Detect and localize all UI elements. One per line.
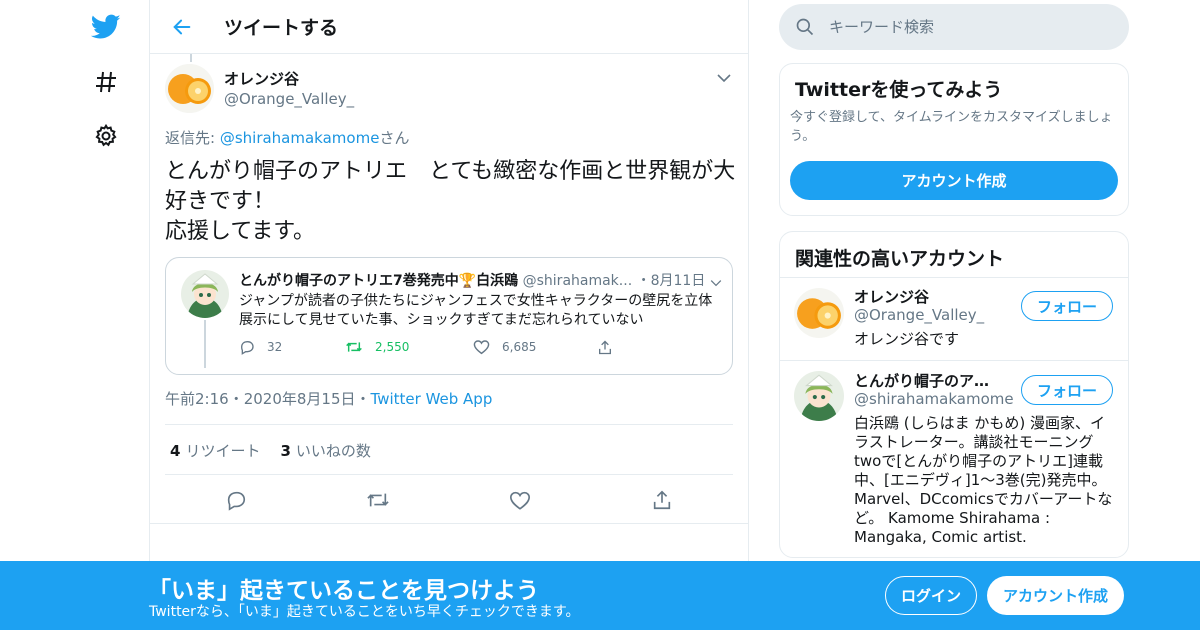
- share-icon[interactable]: [648, 486, 676, 514]
- login-button[interactable]: ログイン: [885, 576, 977, 615]
- like-label: いいねの数: [295, 442, 371, 460]
- reply-to-link[interactable]: @shirahamakamome: [220, 129, 380, 147]
- chevron-down-icon[interactable]: [714, 68, 734, 88]
- account-bio: 白浜鴎 (しらはま かもめ) 漫画家、イラストレーター。講談社モーニングtwoで…: [854, 414, 1113, 546]
- related-account[interactable]: とんがり帽子のアトリエ7巻発売中🏆白浜鴎 @shirahamakamome 白浜…: [780, 361, 1128, 557]
- quote-author-name[interactable]: とんがり帽子のアトリエ7巻発売中🏆白浜鴎: [239, 273, 518, 289]
- quote-like[interactable]: 6,685: [473, 337, 536, 357]
- hashtag-icon[interactable]: [87, 63, 125, 101]
- login-banner: 「いま」起きていることを見つけよう Twitterなら、「いま」起きていることを…: [0, 561, 1200, 630]
- divider: [165, 424, 733, 425]
- banner-subtitle: Twitterなら、「いま」起きていることをいち早くチェックできます。: [149, 604, 580, 620]
- related-account[interactable]: オレンジ谷 @Orange_Valley_ オレンジ谷です フォロー: [780, 278, 1128, 360]
- tweet-text: とんがり帽子のアトリエ とても緻密な作画と世界観が大好きです！ 応援してます。: [165, 159, 736, 244]
- account-name[interactable]: オレンジ谷: [854, 286, 1004, 307]
- like-stat[interactable]: 3 いいねの数: [280, 440, 370, 461]
- create-account-button[interactable]: アカウント作成: [790, 161, 1118, 200]
- separator-dot: ・: [228, 390, 244, 408]
- separator-dot: ・: [355, 390, 371, 408]
- quote-thread-line: [204, 320, 206, 368]
- signup-card-text: 今すぐ登録して、タイムラインをカスタマイズしましょう。: [790, 110, 1113, 144]
- avatar[interactable]: [794, 371, 844, 421]
- heart-icon[interactable]: [506, 486, 534, 514]
- tweet-source[interactable]: Twitter Web App: [371, 390, 493, 408]
- tweet-actions: [150, 486, 748, 514]
- quote-retweet-count: 2,550: [375, 340, 410, 354]
- account-bio: オレンジ谷です: [854, 330, 960, 348]
- quote-reply[interactable]: 32: [239, 337, 282, 357]
- gear-icon[interactable]: [87, 117, 125, 155]
- divider: [150, 523, 748, 524]
- avatar[interactable]: [165, 64, 214, 113]
- quote-date[interactable]: ・8月11日: [637, 273, 706, 289]
- share-icon[interactable]: [597, 339, 613, 356]
- quote-author-handle[interactable]: @shirahamak...: [523, 273, 633, 289]
- banner-title: 「いま」起きていることを見つけよう: [148, 578, 539, 604]
- search-icon: [796, 18, 814, 36]
- account-handle[interactable]: @shirahamakamome: [854, 390, 1014, 408]
- quote-retweet[interactable]: 2,550: [345, 337, 409, 357]
- like-count: 3: [280, 442, 291, 460]
- tweet-stats: 4 リツイート 3 いいねの数: [170, 440, 391, 461]
- reply-suffix: さん: [379, 129, 410, 147]
- arrow-left-icon[interactable]: [164, 9, 200, 45]
- main-header: ツイートする: [150, 0, 748, 54]
- signup-button[interactable]: アカウント作成: [987, 576, 1124, 615]
- retweet-count: 4: [170, 442, 181, 460]
- quote-like-count: 6,685: [502, 340, 537, 354]
- thread-connector: [190, 54, 192, 62]
- avatar[interactable]: [794, 288, 844, 338]
- quoted-tweet[interactable]: とんがり帽子のアトリエ7巻発売中🏆白浜鴎 @shirahamak... ・8月1…: [165, 257, 733, 375]
- related-accounts-card: 関連性の高いアカウント オレンジ谷 @Orange_Valley_ オレンジ谷で…: [779, 231, 1129, 558]
- retweet-icon[interactable]: [364, 486, 392, 514]
- related-card-title: 関連性の高いアカウント: [795, 248, 1005, 270]
- reply-icon[interactable]: [239, 339, 255, 355]
- reply-prefix: 返信先:: [165, 129, 220, 147]
- quote-avatar[interactable]: [181, 270, 229, 318]
- twitter-logo-icon[interactable]: [87, 8, 125, 46]
- quote-reply-count: 32: [267, 340, 283, 354]
- account-name[interactable]: とんがり帽子のアトリエ7巻発売中🏆白浜鴎: [854, 370, 1004, 391]
- tweet-author[interactable]: オレンジ谷 @Orange_Valley_: [165, 64, 354, 113]
- quote-share[interactable]: [597, 337, 625, 357]
- reply-icon[interactable]: [222, 486, 250, 514]
- retweet-icon[interactable]: [345, 339, 363, 355]
- tweet-timestamp: 午前2:16・2020年8月15日・Twitter Web App: [165, 388, 492, 409]
- follow-button[interactable]: フォロー: [1021, 291, 1113, 321]
- chevron-down-icon[interactable]: [710, 272, 726, 288]
- follow-button[interactable]: フォロー: [1021, 375, 1113, 405]
- quote-actions: 32 2,550 6,685: [239, 337, 639, 357]
- page-title: ツイートする: [224, 17, 339, 39]
- divider: [165, 474, 733, 475]
- quote-text: ジャンプが読者の子供たちにジャンフェスで女性キャラクターの壁尻を立体展示にして見…: [239, 293, 713, 328]
- retweet-label: リツイート: [185, 442, 261, 460]
- tweet-date[interactable]: 2020年8月15日: [244, 390, 356, 408]
- search-box[interactable]: [779, 4, 1129, 50]
- author-handle[interactable]: @Orange_Valley_: [224, 89, 354, 109]
- tweet-time[interactable]: 午前2:16: [165, 390, 229, 408]
- author-name[interactable]: オレンジ谷: [224, 69, 354, 89]
- heart-icon[interactable]: [473, 339, 490, 355]
- quote-header: とんがり帽子のアトリエ7巻発売中🏆白浜鴎 @shirahamak... ・8月1…: [239, 271, 709, 291]
- signup-card: Twitterを使ってみよう 今すぐ登録して、タイムラインをカスタマイズしましょ…: [779, 63, 1129, 216]
- reply-to: 返信先: @shirahamakamomeさん: [165, 127, 409, 148]
- retweet-stat[interactable]: 4 リツイート: [170, 440, 260, 461]
- search-input[interactable]: [829, 18, 1109, 36]
- signup-card-title: Twitterを使ってみよう: [795, 79, 1003, 101]
- main-column: ツイートする オレンジ谷 @Orange_Valley_ 返信先: @shira…: [149, 0, 749, 630]
- left-nav: [0, 0, 150, 630]
- account-handle[interactable]: @Orange_Valley_: [854, 306, 984, 324]
